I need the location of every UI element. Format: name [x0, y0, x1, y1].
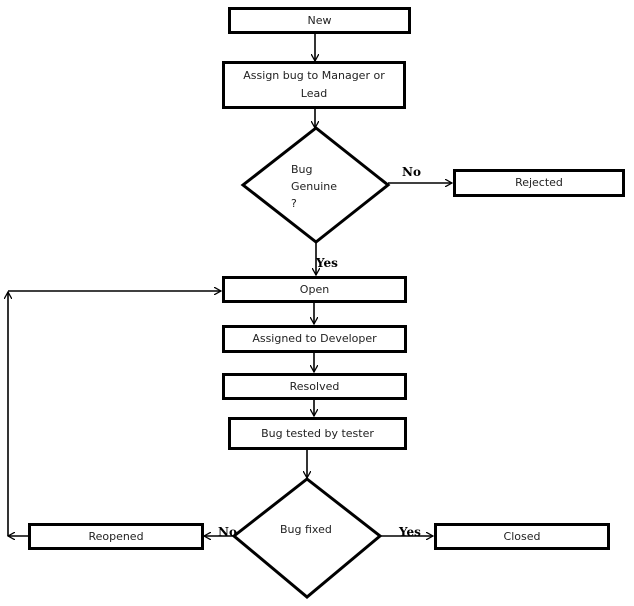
decision-bug-genuine-text: Bug Genuine ? — [291, 161, 337, 212]
node-resolved: Resolved — [222, 373, 407, 400]
edge-label-genuine-no: No — [402, 165, 421, 179]
decision-bug-fixed — [231, 477, 383, 599]
decision-text-line: Genuine — [291, 180, 338, 193]
node-assign-manager: Assign bug to Manager or Lead — [222, 61, 406, 109]
node-rejected: Rejected — [453, 169, 625, 197]
node-closed: Closed — [434, 523, 610, 550]
decision-text-line: ? — [291, 197, 297, 210]
decision-bug-fixed-text: Bug fixed — [280, 523, 332, 536]
decision-text-line: Bug — [291, 163, 313, 176]
node-reopened: Reopened — [28, 523, 204, 550]
edge-label-genuine-yes: Yes — [316, 256, 338, 270]
node-open: Open — [222, 276, 407, 303]
node-bug-tested: Bug tested by tester — [228, 417, 407, 450]
edge-label-fixed-yes: Yes — [399, 525, 421, 539]
edge-label-fixed-no: No — [218, 525, 237, 539]
node-new: New — [228, 7, 411, 34]
node-assigned-developer: Assigned to Developer — [222, 325, 407, 353]
